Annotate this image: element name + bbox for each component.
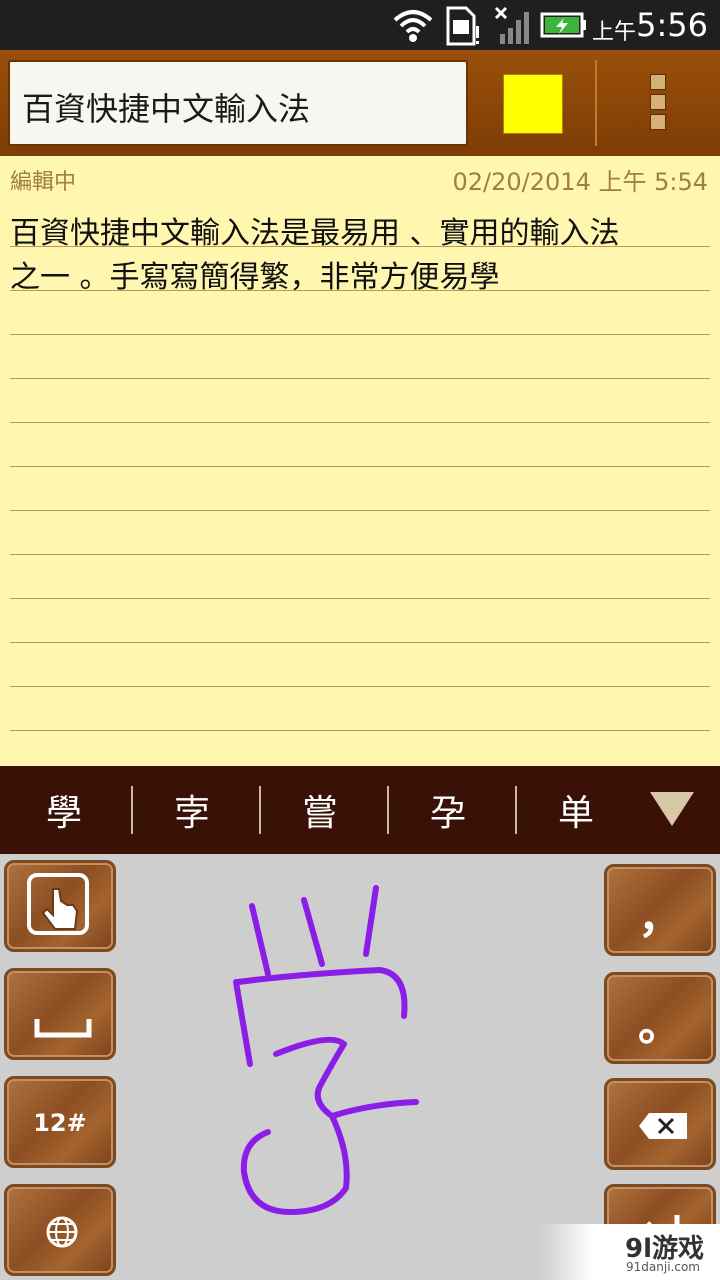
ruled-line xyxy=(10,510,710,511)
note-content[interactable]: 百資快捷中文輸入法是最易用 、實用的輸入法 之一 。手寫寫簡得繁，非常方便易學 xyxy=(10,212,712,300)
ruled-line xyxy=(10,466,710,467)
language-key[interactable] xyxy=(4,1184,116,1276)
candidate-separator xyxy=(387,786,389,834)
backspace-key[interactable] xyxy=(604,1078,716,1170)
overflow-menu-icon[interactable] xyxy=(630,68,686,138)
battery-charging-icon xyxy=(540,12,586,38)
symbols-key-label: 12# xyxy=(33,1109,87,1137)
candidate-separator xyxy=(515,786,517,834)
period-key-label: 。 xyxy=(638,1000,682,1051)
note-timestamp: 02/20/2014 上午 5:54 xyxy=(452,168,708,196)
title-divider xyxy=(595,60,597,146)
ruled-line xyxy=(10,422,710,423)
candidate-item[interactable]: 孕 xyxy=(398,784,498,836)
ruled-line xyxy=(10,686,710,687)
note-content-line: 之一 。手寫寫簡得繁，非常方便易學 xyxy=(10,260,500,295)
candidate-separator xyxy=(259,786,261,834)
space-bar-icon xyxy=(34,1019,92,1038)
menu-dot xyxy=(650,114,666,130)
signal-icon xyxy=(494,6,529,44)
note-body[interactable]: 編輯中 02/20/2014 上午 5:54 百資快捷中文輸入法是最易用 、實用… xyxy=(0,156,720,766)
ruled-line xyxy=(10,378,710,379)
watermark: 9l游戏 91danji.com xyxy=(540,1224,720,1280)
menu-dot xyxy=(650,74,666,90)
candidate-item[interactable]: 单 xyxy=(526,784,626,836)
globe-icon xyxy=(46,1216,78,1248)
ruled-line xyxy=(10,598,710,599)
expand-candidates-icon[interactable] xyxy=(650,792,694,826)
ruled-line xyxy=(10,642,710,643)
clock-time: 5:56 xyxy=(636,6,708,44)
hand-pointer-icon xyxy=(27,873,89,935)
handwriting-keyboard: 12# ， 。 xyxy=(0,854,720,1280)
candidate-separator xyxy=(131,786,133,834)
note-color-button[interactable] xyxy=(503,74,563,134)
candidate-item[interactable]: 孛 xyxy=(142,784,242,836)
period-key[interactable]: 。 xyxy=(604,972,716,1064)
watermark-url: 91danji.com xyxy=(626,1260,700,1274)
candidate-item[interactable]: 學 xyxy=(14,784,114,836)
edit-status-label: 編輯中 xyxy=(10,170,77,195)
candidate-bar: 學 孛 嘗 孕 单 xyxy=(0,766,720,854)
candidate-item[interactable]: 嘗 xyxy=(270,784,370,836)
handwriting-mode-key[interactable] xyxy=(4,860,116,952)
note-content-line: 百資快捷中文輸入法是最易用 、實用的輸入法 xyxy=(10,216,620,251)
ruled-line xyxy=(10,554,710,555)
comma-key[interactable]: ， xyxy=(604,864,716,956)
symbols-key[interactable]: 12# xyxy=(4,1076,116,1168)
ruled-line xyxy=(10,730,710,731)
menu-dot xyxy=(650,94,666,110)
ruled-line xyxy=(10,334,710,335)
status-bar: 上午 5:56 xyxy=(0,0,720,50)
space-key[interactable] xyxy=(4,968,116,1060)
clock-ampm: 上午 xyxy=(591,20,636,45)
wifi-icon xyxy=(393,10,433,42)
note-title-text: 百資快捷中文輸入法 xyxy=(22,90,311,128)
note-title-bar: 百資快捷中文輸入法 xyxy=(0,50,720,156)
sim-card-icon xyxy=(446,6,479,46)
note-title-field[interactable]: 百資快捷中文輸入法 xyxy=(8,60,468,146)
comma-key-label: ， xyxy=(638,892,682,943)
backspace-icon xyxy=(639,1113,687,1139)
